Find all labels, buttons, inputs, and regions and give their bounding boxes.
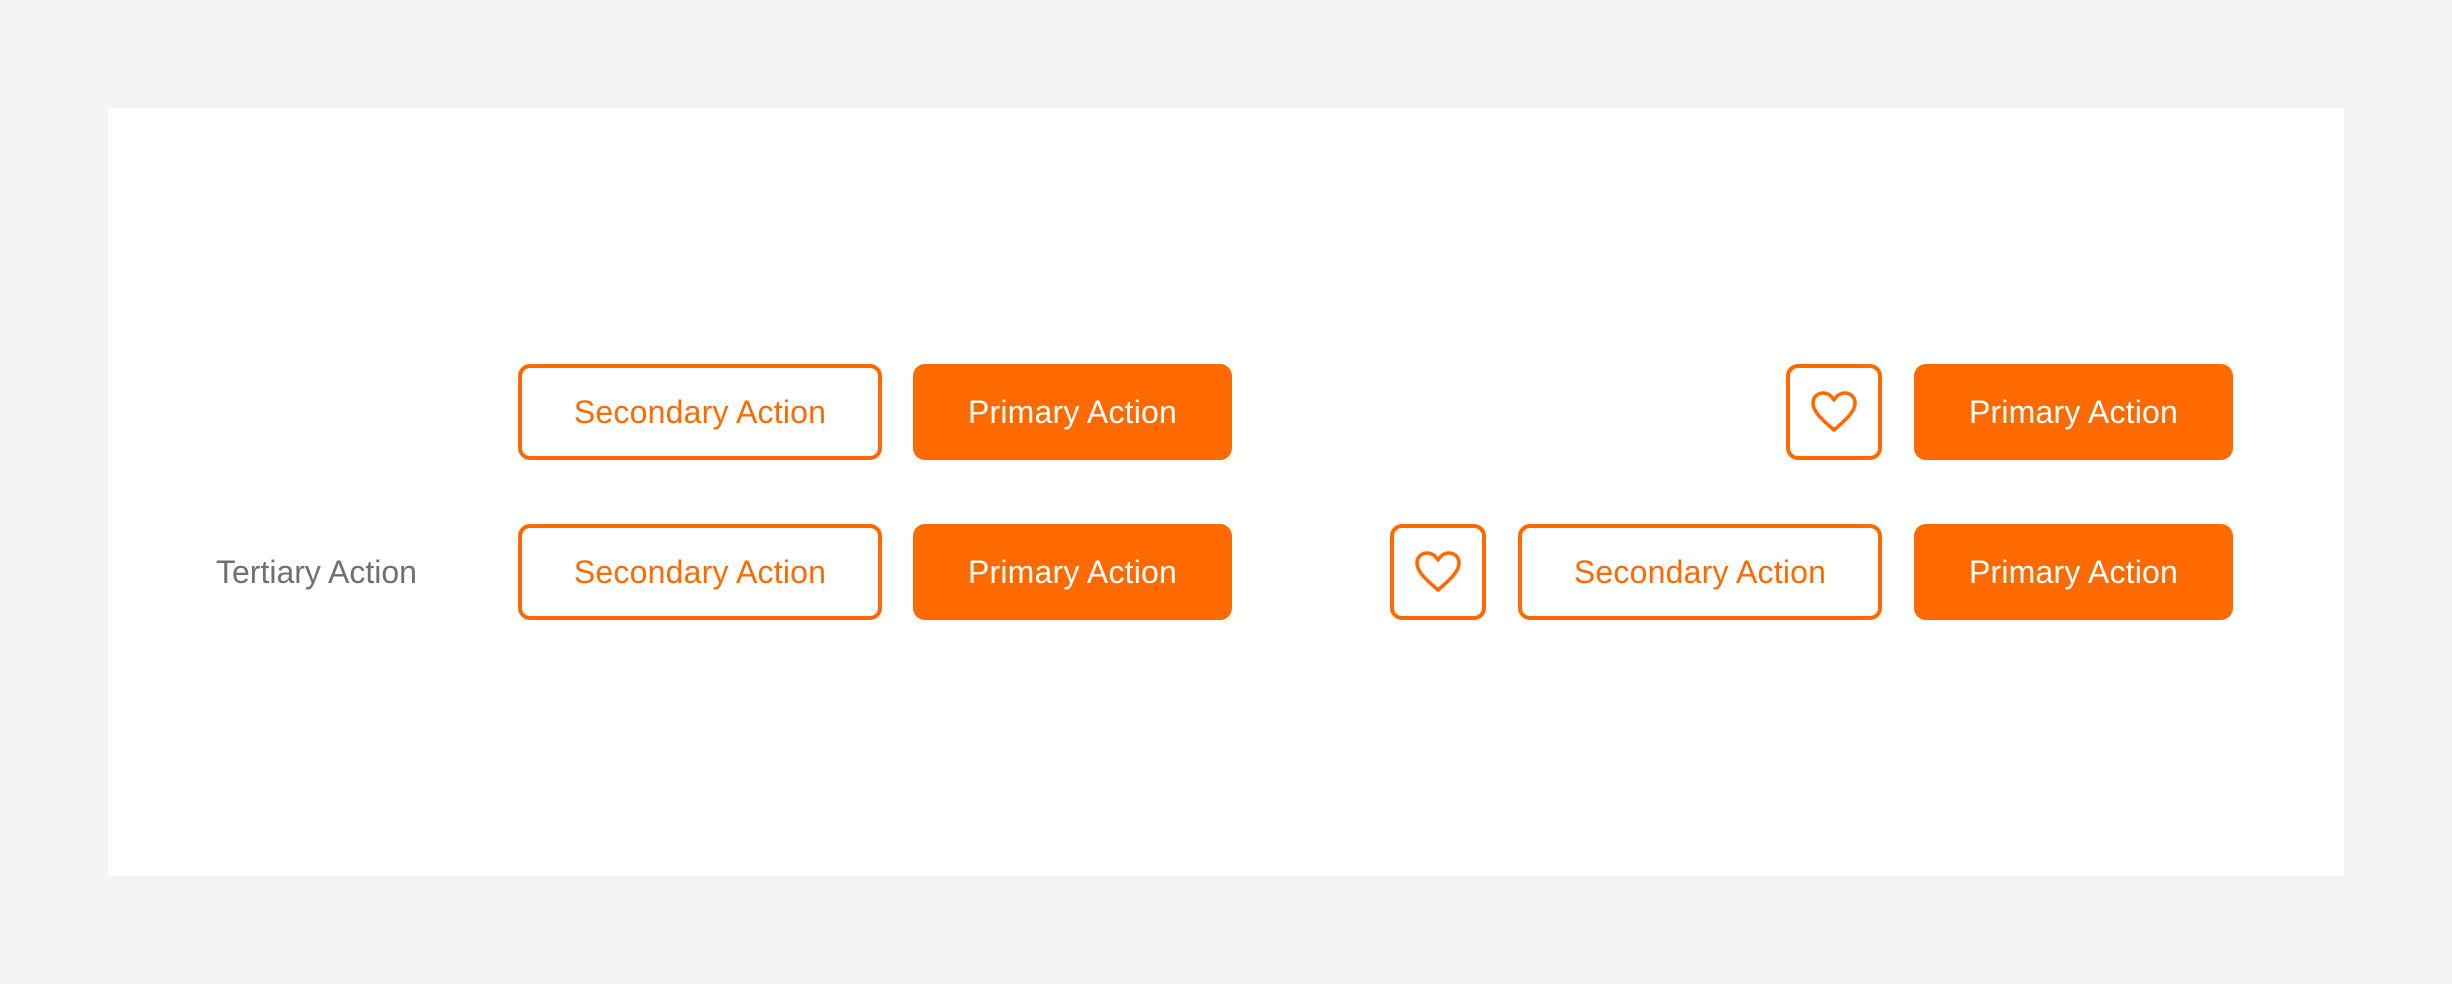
secondary-action-button[interactable]: Secondary Action — [518, 524, 882, 620]
tertiary-action-button[interactable]: Tertiary Action — [216, 524, 417, 620]
primary-action-button[interactable]: Primary Action — [913, 364, 1232, 460]
secondary-action-button[interactable]: Secondary Action — [1518, 524, 1882, 620]
button-showcase-card: Secondary Action Primary Action Tertiary… — [108, 108, 2344, 876]
primary-action-button[interactable]: Primary Action — [913, 524, 1232, 620]
secondary-action-button[interactable]: Secondary Action — [518, 364, 882, 460]
favorite-button[interactable] — [1786, 364, 1882, 460]
heart-icon — [1415, 551, 1461, 592]
favorite-button[interactable] — [1390, 524, 1486, 620]
primary-action-button[interactable]: Primary Action — [1914, 524, 2233, 620]
heart-icon — [1811, 391, 1857, 432]
primary-action-button[interactable]: Primary Action — [1914, 364, 2233, 460]
